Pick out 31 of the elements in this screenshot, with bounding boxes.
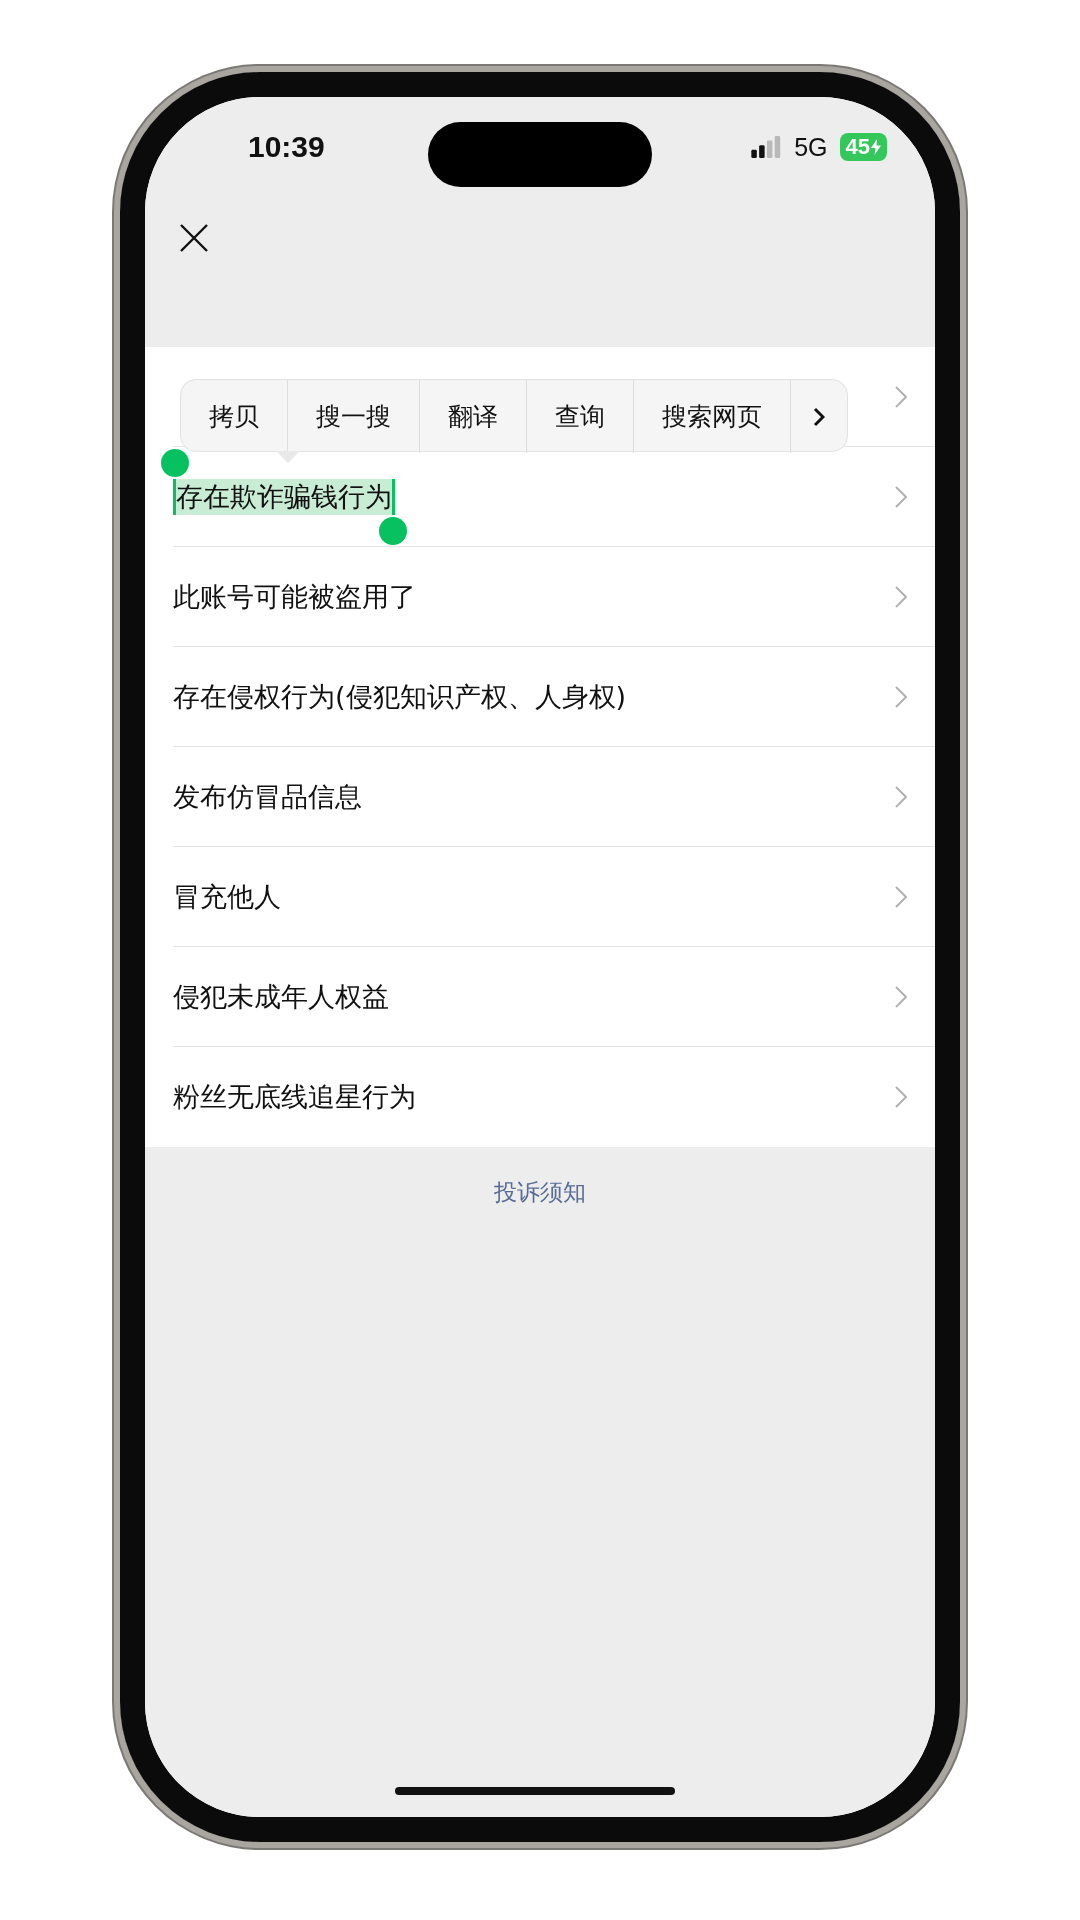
signal-icon — [750, 136, 783, 158]
reason-label: 存在侵权行为(侵犯知识产权、人身权) — [173, 680, 627, 714]
menu-item[interactable]: 查询 — [527, 380, 634, 453]
bolt-icon — [871, 139, 881, 155]
chevron-right-icon — [895, 686, 907, 708]
chevron-right-icon — [895, 386, 907, 408]
reason-label: 发布仿冒品信息 — [173, 780, 362, 814]
reason-label: 此账号可能被盗用了 — [173, 580, 416, 614]
reason-label: 粉丝无底线追星行为 — [173, 1080, 416, 1114]
menu-item[interactable]: 拷贝 — [181, 380, 288, 453]
menu-item[interactable]: 搜索网页 — [634, 380, 791, 453]
chevron-right-icon — [813, 406, 825, 427]
network-type: 5G — [794, 132, 828, 162]
selection-handle[interactable] — [379, 517, 407, 545]
status-time: 10:39 — [248, 130, 325, 164]
chevron-right-icon — [895, 1086, 907, 1108]
reason-label: 侵犯未成年人权益 — [173, 980, 389, 1014]
reason-label: 冒充他人 — [173, 880, 281, 914]
menu-item[interactable]: 翻译 — [420, 380, 527, 453]
selection-handle[interactable] — [161, 449, 189, 477]
chevron-right-icon — [895, 786, 907, 808]
chevron-right-icon — [895, 486, 907, 508]
chevron-right-icon — [895, 986, 907, 1008]
menu-item[interactable]: 搜一搜 — [288, 380, 420, 453]
chevron-right-icon — [895, 886, 907, 908]
chevron-right-icon — [895, 586, 907, 608]
complaint-notice-link[interactable]: 投诉须知 — [494, 1177, 586, 1208]
close-button[interactable] — [179, 223, 209, 253]
reason-row[interactable]: 粉丝无底线追星行为 — [145, 1047, 935, 1147]
battery-percentage: 45 — [845, 134, 870, 160]
selected-text: 存在欺诈骗钱行为 — [173, 479, 395, 515]
